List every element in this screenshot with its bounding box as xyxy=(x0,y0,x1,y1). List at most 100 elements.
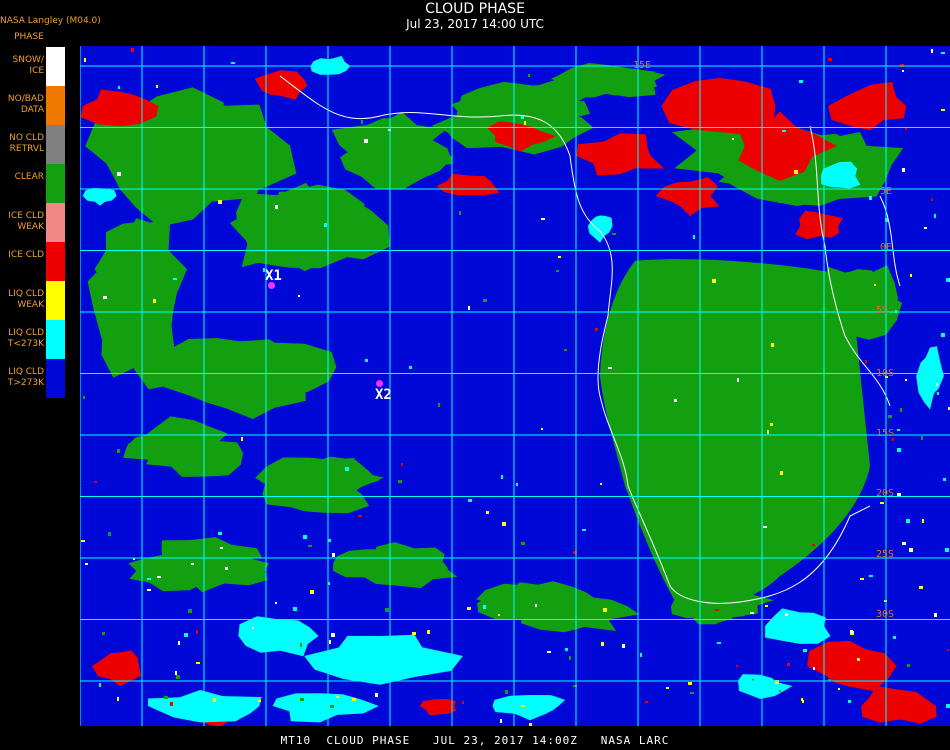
phase-region xyxy=(807,640,897,691)
phase-pixel xyxy=(934,613,937,617)
phase-pixel xyxy=(501,475,503,479)
phase-pixel xyxy=(897,493,901,496)
phase-pixel xyxy=(640,653,642,657)
phase-pixel xyxy=(946,278,950,282)
phase-pixel xyxy=(906,519,910,523)
legend-item-ice-cloud: ICE CLD xyxy=(0,242,80,281)
phase-region xyxy=(148,690,262,723)
legend-heading: PHASE xyxy=(14,32,44,42)
phase-region xyxy=(795,210,843,240)
phase-pixel xyxy=(336,696,339,698)
phase-pixel xyxy=(483,605,486,609)
phase-pixel xyxy=(119,675,122,678)
marker-x2-dot[interactable] xyxy=(376,380,383,387)
phase-pixel xyxy=(622,644,625,648)
legend-swatch xyxy=(46,47,65,86)
phase-pixel xyxy=(241,437,243,441)
legend-item-ice-cloud-weak: ICE CLD WEAK xyxy=(0,203,80,242)
phase-pixel xyxy=(516,483,518,486)
phase-pixel xyxy=(782,130,786,132)
phase-pixel xyxy=(850,630,853,633)
grid-label: 15E xyxy=(633,60,652,71)
phase-pixel xyxy=(820,539,823,541)
phase-pixel xyxy=(865,360,867,363)
phase-pixel xyxy=(361,120,363,124)
legend-swatch xyxy=(46,320,65,359)
cloud-phase-map[interactable]: X1 X2 15E 5E 0E 5S 10S 15S 20S 25S 30S xyxy=(80,46,950,726)
phase-region xyxy=(238,616,319,657)
phase-pixel xyxy=(298,295,300,297)
legend-label: LIQ CLD T>273K xyxy=(7,367,44,388)
phase-pixel xyxy=(869,575,873,577)
phase-pixel xyxy=(365,359,368,362)
phase-region xyxy=(492,695,566,721)
phase-pixel xyxy=(358,515,362,517)
phase-pixel xyxy=(880,502,884,504)
grid-label: 30S xyxy=(876,609,895,620)
phase-pixel xyxy=(213,698,216,702)
phase-pixel xyxy=(690,692,694,694)
phase-pixel xyxy=(732,138,734,140)
phase-region xyxy=(419,699,457,716)
phase-pixel xyxy=(934,214,936,218)
phase-pixel xyxy=(736,665,738,667)
phase-pixel xyxy=(521,116,524,119)
phase-pixel xyxy=(888,415,892,418)
phase-pixel xyxy=(252,627,254,629)
phase-pixel xyxy=(905,379,907,381)
phase-region xyxy=(576,133,665,176)
phase-pixel xyxy=(324,223,327,227)
phase-pixel xyxy=(330,705,334,708)
phase-pixel xyxy=(118,86,120,89)
phase-pixel xyxy=(874,284,876,286)
phase-pixel xyxy=(345,467,349,471)
phase-pixel xyxy=(176,675,180,679)
phase-pixel xyxy=(582,529,586,531)
phase-pixel xyxy=(103,296,107,299)
phase-pixel xyxy=(502,522,506,526)
phase-pixel xyxy=(196,630,198,634)
phase-pixel xyxy=(462,701,464,704)
phase-region xyxy=(916,346,944,410)
phase-pixel xyxy=(147,589,151,591)
legend-label: NO/BAD DATA xyxy=(7,94,44,115)
phase-pixel xyxy=(900,408,902,412)
phase-pixel xyxy=(438,403,440,407)
phase-pixel xyxy=(860,578,864,580)
phase-pixel xyxy=(385,608,389,612)
phase-pixel xyxy=(909,548,913,552)
phase-pixel xyxy=(409,366,412,369)
phase-pixel xyxy=(483,596,486,598)
legend-label: SNOW/ ICE xyxy=(12,55,44,76)
grid-label: 25S xyxy=(876,549,895,560)
grid-label: 10S xyxy=(876,368,895,379)
phase-pixel xyxy=(308,545,312,547)
phase-pixel xyxy=(486,511,489,514)
phase-pixel xyxy=(601,642,604,646)
phase-pixel xyxy=(153,299,156,303)
phase-pixel xyxy=(117,449,120,453)
phase-region xyxy=(587,215,613,243)
phase-pixel xyxy=(785,613,788,616)
phase-pixel xyxy=(196,662,200,664)
phase-pixel xyxy=(569,656,571,660)
legend-item-snow-ice: SNOW/ ICE xyxy=(0,47,80,86)
phase-pixel xyxy=(108,532,111,536)
phase-pixel xyxy=(937,392,939,395)
phase-pixel xyxy=(468,499,472,502)
phase-pixel xyxy=(220,547,223,549)
phase-pixel xyxy=(943,478,946,481)
grid-label: 5E xyxy=(880,186,893,197)
phase-pixel xyxy=(558,256,561,258)
phase-pixel xyxy=(275,205,278,209)
phase-pixel xyxy=(564,349,567,351)
phase-pixel xyxy=(780,471,783,475)
phase-region xyxy=(828,81,907,131)
phase-pixel xyxy=(763,526,767,528)
phase-pixel xyxy=(767,430,769,434)
legend-item-no-bad-data: NO/BAD DATA xyxy=(0,86,80,125)
legend-swatch xyxy=(46,203,65,242)
legend-item-liquid-cloud-warm: LIQ CLD T>273K xyxy=(0,359,80,398)
phase-pixel xyxy=(688,682,692,685)
phase-pixel xyxy=(94,481,97,483)
